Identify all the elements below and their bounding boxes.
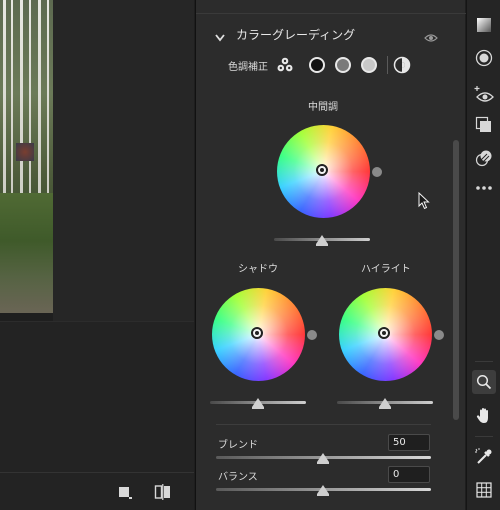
presets-icon[interactable] xyxy=(472,146,496,170)
mode-separator xyxy=(387,56,388,74)
histogram-icon[interactable] xyxy=(472,13,496,37)
shadows-luminance-dot[interactable] xyxy=(307,330,317,340)
toolbar-separator xyxy=(475,361,493,362)
blend-slider-thumb[interactable] xyxy=(317,453,329,464)
layers-icon[interactable] xyxy=(472,113,496,137)
panel-scrollbar[interactable] xyxy=(453,140,459,420)
highlights-luminance-dot[interactable] xyxy=(434,330,444,340)
color-grading-panel: カラーグレーディング 色調補正 中間調 シャドウ ハイライト ブレンド 50 バ… xyxy=(195,0,466,510)
redeye-icon[interactable] xyxy=(472,82,496,106)
grid-icon[interactable] xyxy=(472,478,496,502)
zoom-icon[interactable] xyxy=(472,370,496,394)
more-icon[interactable] xyxy=(472,176,496,200)
balance-slider-thumb[interactable] xyxy=(317,485,329,496)
shadows-icon[interactable] xyxy=(308,56,326,74)
photo-detail xyxy=(0,193,53,313)
shadows-color-wheel[interactable] xyxy=(212,288,305,381)
three-way-icon[interactable] xyxy=(276,56,294,74)
eye-icon[interactable] xyxy=(424,28,438,47)
highlights-picker-handle[interactable] xyxy=(378,327,390,339)
photo-detail xyxy=(11,0,13,210)
midtones-picker-handle[interactable] xyxy=(316,164,328,176)
highlights-icon[interactable] xyxy=(360,56,378,74)
right-toolbar xyxy=(466,0,500,510)
midtones-luminance-dot[interactable] xyxy=(372,167,382,177)
toolbar-separator xyxy=(475,436,493,437)
highlights-color-wheel[interactable] xyxy=(339,288,432,381)
section-title: カラーグレーディング xyxy=(236,28,356,42)
shadows-slider-thumb[interactable] xyxy=(252,398,264,409)
balance-label: バランス xyxy=(218,472,258,483)
before-after-icon[interactable] xyxy=(153,482,173,502)
balance-input[interactable] xyxy=(388,466,430,483)
section-header[interactable]: カラーグレーディング xyxy=(196,22,446,46)
shadows-label: シャドウ xyxy=(238,264,278,275)
midtones-label: 中間調 xyxy=(308,102,338,113)
shadows-picker-handle[interactable] xyxy=(251,327,263,339)
image-canvas[interactable] xyxy=(0,0,194,510)
highlights-label: ハイライト xyxy=(361,264,411,275)
hand-icon[interactable] xyxy=(472,404,496,428)
midtones-color-wheel[interactable] xyxy=(277,125,370,218)
color-sampler-icon[interactable] xyxy=(472,445,496,469)
highlights-slider-thumb[interactable] xyxy=(379,398,391,409)
chevron-down-icon[interactable] xyxy=(214,28,226,47)
midtones-icon[interactable] xyxy=(334,56,352,74)
photo-detail xyxy=(29,0,31,220)
global-icon[interactable] xyxy=(393,56,411,74)
photo-preview[interactable] xyxy=(0,0,53,313)
footer-divider xyxy=(0,472,194,473)
mouse-cursor-icon xyxy=(418,191,430,214)
crop-view-icon[interactable] xyxy=(115,482,135,502)
photo-detail xyxy=(47,0,49,225)
adjust-mode-label: 色調補正 xyxy=(228,62,268,73)
adjust-mode-row: 色調補正 xyxy=(196,54,446,76)
mask-icon[interactable] xyxy=(472,46,496,70)
blend-input[interactable] xyxy=(388,434,430,451)
canvas-background xyxy=(53,0,194,321)
blend-label: ブレンド xyxy=(218,440,258,451)
section-divider xyxy=(216,424,431,425)
panel-divider xyxy=(196,13,466,14)
midtones-slider-thumb[interactable] xyxy=(316,235,328,246)
photo-detail xyxy=(16,143,34,161)
